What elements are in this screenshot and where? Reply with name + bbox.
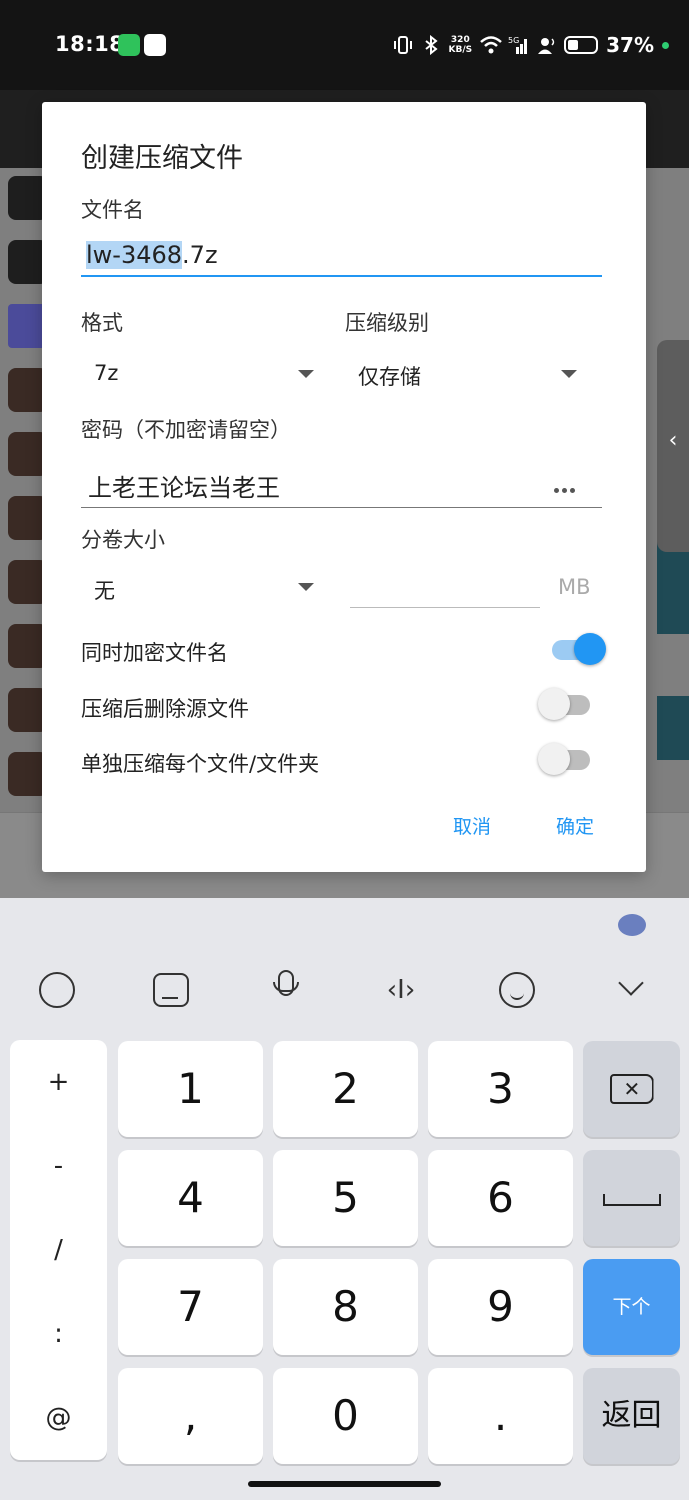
bg-highlight — [657, 696, 689, 760]
key-colon[interactable]: : — [10, 1292, 107, 1376]
next-key[interactable]: 下个 — [583, 1259, 680, 1355]
password-input[interactable]: 上老王论坛当老王 — [88, 468, 280, 503]
keyboard-layout-icon[interactable] — [151, 970, 191, 1010]
delete-source-label: 压缩后删除源文件 — [81, 697, 249, 721]
keyboard-mascot-icon — [618, 914, 646, 936]
split-size-label: 分卷大小 — [81, 528, 165, 552]
emoji-icon[interactable] — [497, 970, 537, 1010]
dropdown-arrow-icon — [298, 370, 314, 378]
wifi-icon — [480, 35, 502, 55]
dropdown-arrow-icon — [561, 370, 577, 378]
cursor-move-icon[interactable]: ‹I› — [381, 970, 421, 1010]
ok-button[interactable]: 确定 — [556, 812, 594, 839]
filename-extension: .7z — [182, 241, 218, 269]
key-comma[interactable]: , — [118, 1368, 263, 1464]
filename-underline — [81, 275, 602, 277]
svg-text:5G: 5G — [508, 36, 519, 45]
password-underline — [81, 507, 602, 508]
compression-level-value: 仅存储 — [358, 365, 421, 389]
handwriting-icon[interactable] — [37, 970, 77, 1010]
status-bar: 18:18 320 KB/S 5G 37% — [0, 0, 689, 90]
compression-level-label: 压缩级别 — [345, 311, 429, 335]
key-7[interactable]: 7 — [118, 1259, 263, 1355]
split-size-unit: MB — [558, 575, 591, 599]
numeric-keyboard: ‹I› + - / : @ 1 2 3 4 5 6 7 8 9 下个 , 0 .… — [0, 898, 689, 1500]
key-dot[interactable]: . — [428, 1368, 573, 1464]
bluetooth-icon — [421, 34, 441, 56]
side-panel-handle[interactable]: ‹ — [657, 340, 689, 552]
wechat-icon — [118, 34, 140, 56]
backspace-icon — [609, 1074, 654, 1104]
status-time: 18:18 — [55, 32, 125, 56]
key-3[interactable]: 3 — [428, 1041, 573, 1137]
split-size-input[interactable] — [350, 607, 540, 608]
key-plus[interactable]: + — [10, 1040, 107, 1124]
hide-keyboard-icon[interactable] — [611, 970, 651, 1010]
compress-each-toggle[interactable] — [538, 740, 592, 780]
filename-label: 文件名 — [81, 198, 144, 222]
encrypt-filenames-label: 同时加密文件名 — [81, 641, 228, 665]
microphone-icon[interactable] — [266, 970, 306, 1010]
create-archive-dialog: 创建压缩文件 文件名 lw-3468.7z 格式 压缩级别 7z 仅存储 密码（… — [42, 102, 646, 872]
battery-percent: 37% — [606, 33, 654, 57]
dialog-title: 创建压缩文件 — [81, 143, 243, 174]
net-speed: 320 KB/S — [448, 35, 473, 55]
split-size-value: 无 — [94, 579, 115, 603]
more-options-icon[interactable] — [554, 478, 584, 493]
keyboard-toolbar: ‹I› — [0, 958, 689, 1022]
chevron-left-icon: ‹ — [668, 428, 678, 453]
status-indicators: 320 KB/S 5G 37% — [393, 30, 669, 60]
encrypt-filenames-toggle[interactable] — [552, 630, 606, 670]
key-5[interactable]: 5 — [273, 1150, 418, 1246]
qq-icon — [144, 34, 166, 56]
battery-icon — [564, 36, 599, 54]
key-8[interactable]: 8 — [273, 1259, 418, 1355]
key-slash[interactable]: / — [10, 1208, 107, 1292]
key-at[interactable]: @ — [10, 1376, 107, 1460]
back-key[interactable]: 返回 — [583, 1368, 680, 1464]
privacy-dot — [662, 41, 669, 49]
key-6[interactable]: 6 — [428, 1150, 573, 1246]
password-label: 密码（不加密请留空） — [81, 418, 291, 442]
key-9[interactable]: 9 — [428, 1259, 573, 1355]
compress-each-label: 单独压缩每个文件/文件夹 — [81, 752, 320, 776]
hd-call-icon — [536, 35, 556, 55]
cancel-button[interactable]: 取消 — [453, 812, 491, 839]
key-2[interactable]: 2 — [273, 1041, 418, 1137]
dropdown-arrow-icon — [298, 583, 314, 591]
filename-input[interactable]: lw-3468.7z — [86, 241, 218, 269]
key-minus[interactable]: - — [10, 1124, 107, 1208]
delete-source-toggle[interactable] — [538, 685, 592, 725]
space-key[interactable] — [583, 1150, 680, 1246]
filename-selected-text: lw-3468 — [86, 241, 183, 269]
home-indicator[interactable] — [248, 1481, 441, 1487]
space-icon — [602, 1194, 661, 1206]
backspace-key[interactable] — [583, 1041, 680, 1137]
key-1[interactable]: 1 — [118, 1041, 263, 1137]
format-value: 7z — [94, 361, 119, 385]
cell-signal-icon: 5G — [508, 35, 528, 55]
symbol-column: + - / : @ — [10, 1040, 107, 1460]
key-4[interactable]: 4 — [118, 1150, 263, 1246]
key-0[interactable]: 0 — [273, 1368, 418, 1464]
format-label: 格式 — [81, 311, 123, 335]
vibrate-icon — [393, 35, 413, 55]
